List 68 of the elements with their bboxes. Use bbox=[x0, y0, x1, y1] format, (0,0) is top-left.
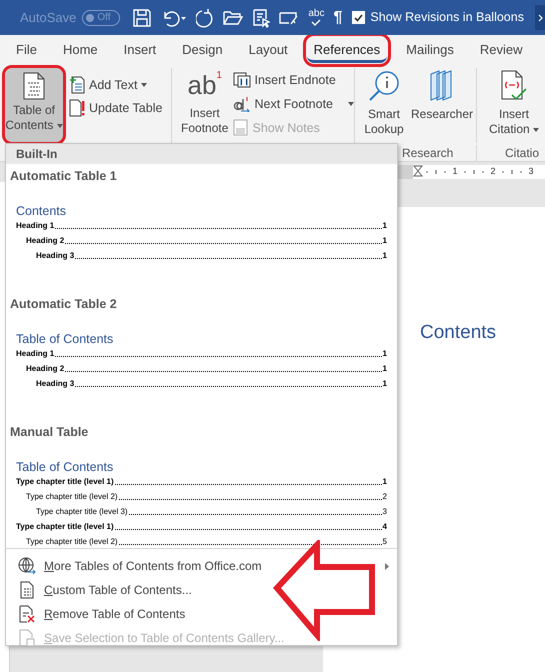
ruler-number: 3 bbox=[527, 165, 534, 178]
insert-citation-button[interactable]: Insert Citation bbox=[485, 68, 543, 145]
researcher-button[interactable]: Researcher bbox=[411, 68, 473, 143]
document-icon bbox=[23, 72, 45, 100]
insert-endnote-button[interactable]: Insert Endnote bbox=[233, 71, 354, 90]
redo-icon[interactable] bbox=[196, 8, 214, 28]
toc-entry: Type chapter title (level 2) 2 bbox=[25, 491, 388, 503]
notes-icon bbox=[233, 119, 250, 136]
chevron-right-icon bbox=[538, 14, 542, 22]
toc-entry: Type chapter title (level 2) 5 bbox=[25, 536, 388, 548]
toc-entry: Heading 3 1 bbox=[35, 378, 388, 390]
caret-icon bbox=[348, 102, 354, 106]
update-document-icon bbox=[69, 99, 85, 118]
toc-entry: Heading 1 1 bbox=[15, 348, 388, 360]
ruler-number: 2 bbox=[489, 165, 496, 178]
toc-entry: Type chapter title (level 1) 1 bbox=[15, 476, 388, 488]
add-text-button[interactable]: Add Text bbox=[69, 76, 162, 95]
submenu-arrow-icon bbox=[385, 562, 389, 570]
document-icon bbox=[20, 581, 34, 599]
menu-item[interactable]: More Tables of Contents from Office.com bbox=[6, 554, 397, 578]
autosave-label: AutoSave bbox=[20, 8, 76, 27]
document-pointer-icon[interactable] bbox=[252, 8, 270, 28]
gallery-option[interactable]: Automatic Table 1 Contents Heading 1 1 Heading 2 1 Heading 3 1 bbox=[6, 164, 397, 292]
add-text-icon bbox=[69, 76, 85, 94]
ribbon-tab[interactable]: Home bbox=[56, 37, 105, 63]
gallery-option[interactable]: Manual Table Table of Contents Type chapter title (level 1) 1 Type chapter title (level 2) 2 Type chapter title (level 3) 3 Type chapter title (level 1) 4 Type chapter title (level 2) 5 bbox=[6, 420, 397, 548]
toc-entry: Type chapter title (level 1) 4 bbox=[15, 521, 388, 533]
ribbon-tab[interactable]: File bbox=[9, 37, 44, 63]
gallery-option[interactable]: Automatic Table 2 Table of Contents Heading 1 1 Heading 2 1 Heading 3 1 bbox=[6, 292, 397, 420]
menu-header: Built-In bbox=[6, 144, 397, 164]
ribbon-tab[interactable]: Layout bbox=[242, 37, 295, 63]
group-label: Citatio bbox=[505, 146, 540, 160]
checkbox-label[interactable]: Show Revisions in Balloons bbox=[370, 8, 524, 27]
caret-icon bbox=[141, 83, 148, 88]
formatting-marks-button[interactable]: ¶ bbox=[334, 10, 342, 26]
spelling-button[interactable]: abc bbox=[308, 9, 324, 26]
smart-lookup-button[interactable]: Smart Lookup bbox=[361, 68, 407, 143]
next-footnote-icon bbox=[233, 96, 252, 112]
globe-icon bbox=[18, 557, 36, 575]
page-heading: Contents bbox=[420, 322, 496, 343]
toc-entry: Type chapter title (level 3) 3 bbox=[35, 506, 388, 518]
save-icon[interactable] bbox=[132, 8, 152, 28]
table-of-contents-button[interactable]: Table of Contents bbox=[5, 68, 63, 142]
caret-icon bbox=[533, 128, 540, 132]
search-icon bbox=[368, 70, 400, 102]
caret-icon bbox=[56, 124, 63, 128]
ribbon-tab[interactable]: Review bbox=[472, 37, 530, 63]
group-label: Research bbox=[402, 145, 454, 161]
endnote-icon bbox=[233, 72, 252, 88]
toc-entry: Heading 1 1 bbox=[15, 220, 388, 232]
folder-icon[interactable] bbox=[223, 8, 244, 26]
check-icon bbox=[311, 19, 322, 26]
toc-entry: Heading 3 1 bbox=[35, 250, 388, 262]
ribbon-tab[interactable]: Design bbox=[175, 37, 230, 63]
ribbon-tab[interactable]: Mailings bbox=[399, 37, 461, 63]
update-table-button[interactable]: Update Table bbox=[69, 98, 162, 118]
ribbon-tab[interactable]: Insert bbox=[116, 37, 164, 63]
menu-item[interactable]: Remove Table of Contents bbox=[6, 602, 397, 626]
citation-icon bbox=[500, 70, 528, 102]
checkbox[interactable] bbox=[352, 11, 366, 24]
menu-item[interactable]: Custom Table of Contents... bbox=[6, 578, 397, 602]
toc-entry: Heading 2 1 bbox=[25, 235, 388, 247]
toc-entry: Heading 2 1 bbox=[25, 363, 388, 375]
remove-document-icon bbox=[19, 605, 35, 623]
card-pen-icon[interactable] bbox=[279, 10, 300, 26]
ruler-number: 1 bbox=[451, 165, 458, 178]
overflow-button[interactable] bbox=[535, 5, 545, 30]
next-footnote-button[interactable]: Next Footnote bbox=[233, 94, 354, 114]
